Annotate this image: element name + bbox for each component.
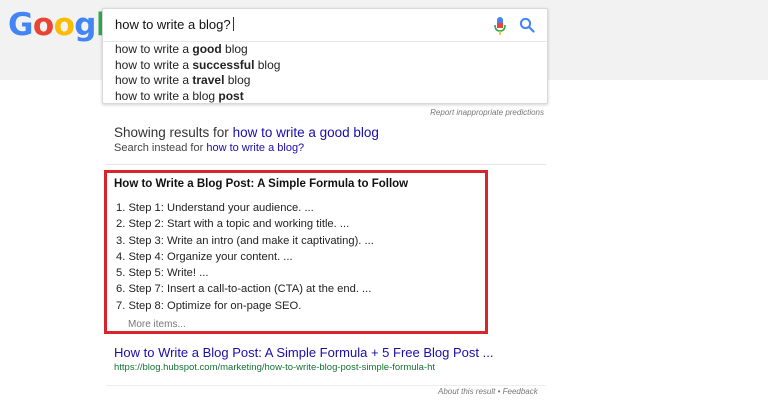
suggestion-suffix: blog	[254, 57, 281, 72]
step-item: 3. Step 3: Write an intro (and make it c…	[116, 234, 374, 247]
suggestion-suffix: blog	[224, 73, 251, 87]
suggestion-bold: good	[192, 42, 222, 56]
instead-prefix: Search instead for	[114, 142, 207, 154]
more-items-link[interactable]: More items...	[128, 319, 186, 330]
suggestion-bold: travel	[192, 73, 225, 87]
microphone-icon[interactable]	[493, 17, 507, 35]
snippet-steps-list: 1. Step 1: Understand your audience. ...…	[116, 200, 374, 314]
showing-prefix: Showing results for	[114, 125, 233, 140]
search-icon[interactable]	[519, 17, 535, 33]
step-item: 4. Step 4: Organize your content. ...	[116, 250, 293, 263]
search-instead-line: Search instead for how to write a blog?	[114, 142, 304, 154]
suggestion-bold: successful	[192, 57, 255, 72]
autocomplete-suggestion[interactable]: how to write a good blog	[115, 42, 280, 58]
suggestion-prefix: how to write a	[115, 73, 193, 87]
autocomplete-suggestion[interactable]: how to write a blog post	[115, 89, 280, 105]
snippet-title: How to Write a Blog Post: A Simple Formu…	[114, 178, 409, 190]
search-input[interactable]: how to write a blog?	[103, 9, 547, 42]
search-box[interactable]: how to write a blog? how to write a good…	[102, 8, 548, 104]
autocomplete-suggestion[interactable]: how to write a travel blog	[115, 73, 280, 89]
original-query-link[interactable]: how to write a blog?	[206, 142, 304, 154]
report-predictions-link[interactable]: Report inappropriate predictions	[244, 108, 544, 117]
autocomplete-suggestion[interactable]: how to write a successful blog	[115, 58, 280, 74]
step-item: 5. Step 5: Write! ...	[116, 267, 209, 280]
suggestion-bold: post	[218, 88, 244, 103]
corrected-query-link[interactable]: how to write a good blog	[233, 125, 379, 140]
suggestion-suffix: blog	[221, 42, 248, 56]
step-item: 7. Step 8: Optimize for on-page SEO.	[116, 299, 302, 312]
step-item: 1. Step 1: Understand your audience. ...	[116, 202, 314, 214]
search-query[interactable]: how to write a blog?	[115, 17, 234, 32]
suggestion-prefix: how to write a	[115, 42, 193, 56]
step-item: 6. Step 7: Insert a call-to-action (CTA)…	[116, 283, 372, 296]
about-feedback-links[interactable]: About this result • Feedback	[438, 387, 538, 396]
step-item: 2. Step 2: Start with a topic and workin…	[116, 218, 350, 231]
suggestion-prefix: how to write a	[115, 57, 193, 72]
result-title-link[interactable]: How to Write a Blog Post: A Simple Formu…	[114, 345, 493, 360]
suggestion-prefix: how to write a blog	[115, 88, 219, 103]
result-url: https://blog.hubspot.com/marketing/how-t…	[114, 362, 436, 373]
logo-letter: g	[74, 7, 96, 43]
search-query-text: how to write a blog?	[115, 17, 231, 32]
logo-letter: o	[53, 7, 75, 43]
logo-letter: G	[8, 7, 33, 43]
showing-results-line: Showing results for how to write a good …	[114, 125, 379, 140]
autocomplete-list: how to write a good blog how to write a …	[115, 42, 280, 104]
logo-letter: o	[32, 7, 54, 43]
text-cursor	[232, 17, 234, 31]
